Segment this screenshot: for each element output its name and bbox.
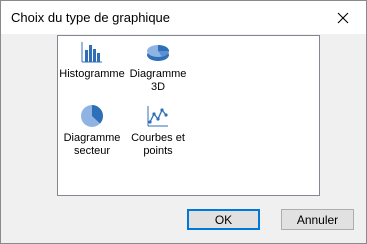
chart-type-list[interactable]: Histogramme Diagramme 3D Diagramme secte… (57, 35, 320, 196)
line-points-icon (147, 106, 168, 127)
close-button[interactable] (320, 1, 366, 34)
pie-chart-icon (81, 105, 103, 127)
close-icon (337, 12, 349, 23)
cancel-button[interactable]: Annuler (281, 209, 354, 230)
ok-button[interactable]: OK (187, 209, 260, 230)
chart-type-pie-3d[interactable]: Diagramme 3D (122, 40, 194, 94)
chart-type-line-points[interactable]: Courbes et points (122, 104, 194, 158)
chart-type-label: Histogramme (59, 68, 125, 80)
chart-type-label: Diagramme secteur (63, 132, 121, 157)
chart-type-label: Diagramme 3D (129, 68, 187, 93)
histogram-icon (81, 42, 102, 63)
pie-3d-icon (147, 45, 170, 61)
title-bar: Choix du type de graphique (1, 1, 366, 34)
window-title: Choix du type de graphique (11, 10, 171, 25)
chart-type-pie[interactable]: Diagramme secteur (56, 104, 128, 158)
dialog-window: Choix du type de graphique Histogramme D… (0, 0, 367, 244)
chart-type-label: Courbes et points (131, 132, 185, 157)
chart-type-histogram[interactable]: Histogramme (56, 40, 128, 81)
